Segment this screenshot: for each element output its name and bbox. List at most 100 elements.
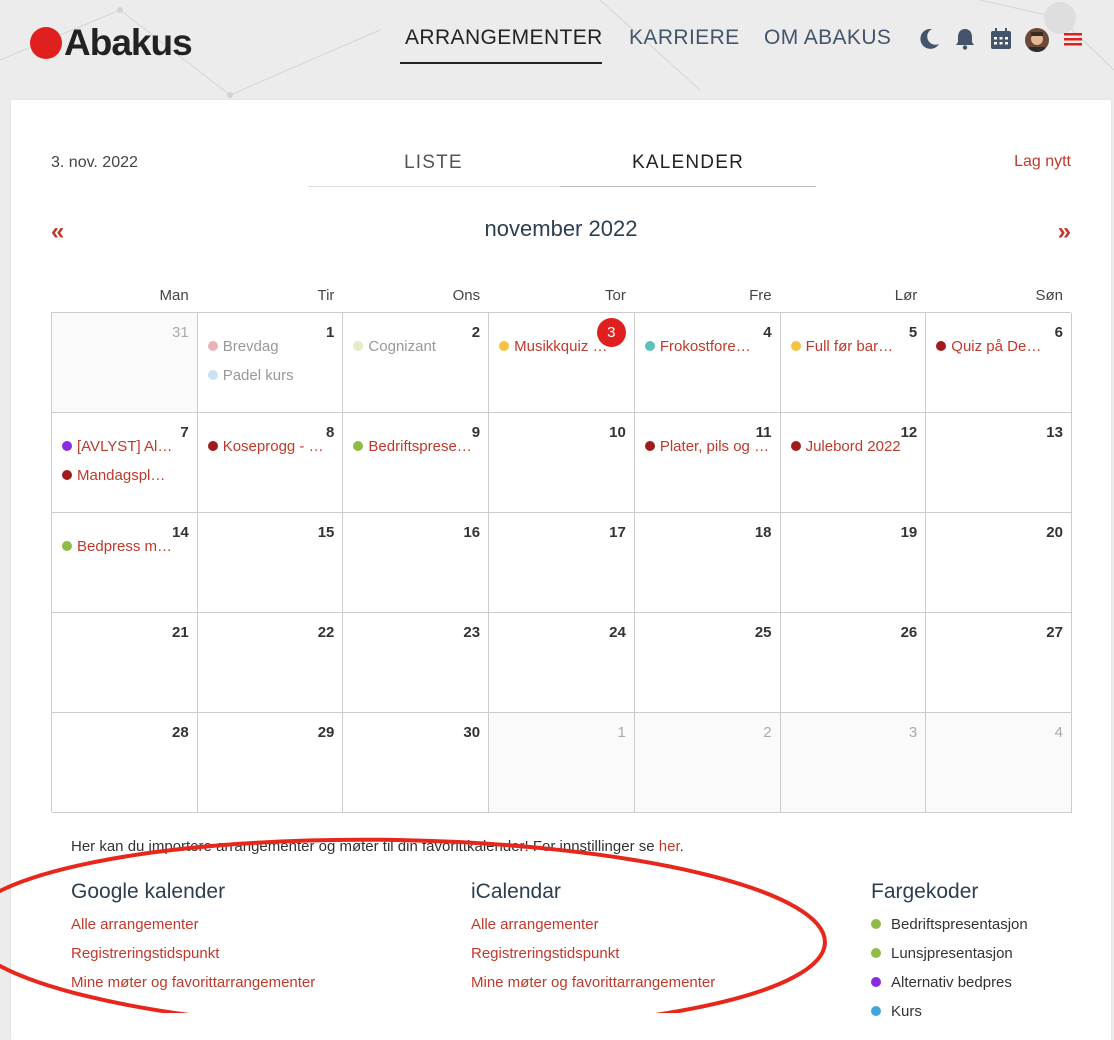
settings-link[interactable]: her	[659, 838, 680, 855]
weekday-label: Tir	[317, 287, 335, 304]
weekday-label: Tor	[605, 287, 626, 304]
calendar-day-cell[interactable]: 3 Musikkquiz m…	[489, 313, 635, 413]
weekday-label: Lør	[894, 287, 918, 304]
event-color-dot-icon	[936, 341, 947, 351]
calendar-day-cell[interactable]: 24	[489, 613, 635, 713]
calendar-day-cell[interactable]: 19	[780, 513, 927, 613]
calendar-day-cell[interactable]: 15	[197, 513, 344, 613]
legend-label: Lunsjpresentasjon	[891, 945, 1013, 962]
day-number: 27	[1046, 624, 1063, 641]
calendar-day-cell[interactable]: 31	[52, 313, 198, 413]
weekday-label: Fre	[749, 287, 772, 304]
weekday-label: Søn	[1035, 287, 1063, 304]
calendar-day-cell[interactable]: 27	[926, 613, 1072, 713]
calendar-event[interactable]: Full før barne…	[790, 338, 901, 355]
calendar-day-cell[interactable]: 4 Frokostforedr…	[634, 313, 781, 413]
tab-liste[interactable]: LISTE	[404, 152, 463, 174]
calendar-day-cell[interactable]: 12 Julebord 2022	[780, 413, 927, 513]
day-number: 10	[609, 424, 626, 441]
abakus-logo[interactable]: Abakus	[30, 22, 193, 64]
day-number: 4	[1054, 724, 1063, 741]
google-calendar-title: Google kalender	[71, 880, 226, 903]
calendar-day-cell[interactable]: 7 [AVLYST] Alte… Mandagsplas…	[52, 413, 198, 513]
event-color-dot-icon	[353, 441, 364, 451]
calendar-day-cell[interactable]: 17	[489, 513, 635, 613]
calendar-event[interactable]: Julebord 2022	[790, 438, 918, 455]
event-color-dot-icon	[790, 341, 801, 351]
calendar-day-cell[interactable]: 22	[197, 613, 344, 713]
day-number: 15	[317, 524, 335, 541]
event-color-dot-icon	[62, 541, 72, 551]
day-number: 7	[180, 424, 189, 441]
day-number: 28	[172, 724, 189, 741]
day-number: 2	[763, 724, 772, 741]
event-title: Plater, pils og …	[659, 438, 770, 455]
bell-icon[interactable]	[952, 26, 978, 52]
google-all-events-link[interactable]: Alle arrangementer	[71, 916, 199, 933]
calendar-day-cell[interactable]: 21	[52, 613, 198, 713]
moon-icon[interactable]	[916, 26, 942, 52]
calendar-day-cell[interactable]: 10	[489, 413, 635, 513]
calendar-event[interactable]: Mandagsplas…	[62, 467, 173, 484]
calendar-day-cell[interactable]: 26	[780, 613, 927, 713]
event-title: Bedpress me…	[77, 538, 173, 555]
calendar-event[interactable]: Bedpress me…	[62, 538, 173, 555]
calendar-event[interactable]: Cognizant	[353, 338, 480, 355]
calendar-event[interactable]: Frokostforedr…	[644, 338, 756, 355]
calendar-event[interactable]: Quiz på Den …	[936, 338, 1047, 355]
calendar-day-cell[interactable]: 2	[634, 713, 781, 813]
day-number: 17	[609, 524, 626, 541]
calendar-day-cell[interactable]: 14 Bedpress me…	[52, 513, 198, 613]
calendar-event[interactable]: Brevdag	[207, 338, 335, 355]
calendar-day-cell[interactable]: 20	[926, 513, 1072, 613]
calendar-event[interactable]: Padel kurs	[207, 367, 335, 384]
calendar-day-cell[interactable]: 25	[634, 613, 781, 713]
calendar-event[interactable]: Musikkquiz m…	[499, 338, 610, 355]
avatar[interactable]	[1025, 28, 1049, 52]
calendar-day-cell[interactable]: 9 Bedriftsprese…	[343, 413, 490, 513]
calendar-event[interactable]: Plater, pils og …	[644, 438, 772, 455]
tab-kalender[interactable]: KALENDER	[632, 152, 744, 174]
calendar-day-cell[interactable]: 8 Koseprogg - …	[197, 413, 344, 513]
calendar-day-cell[interactable]: 1	[489, 713, 635, 813]
calendar-event[interactable]: Bedriftsprese…	[353, 438, 480, 455]
color-codes-title: Fargekoder	[871, 880, 979, 903]
next-month-button[interactable]: »	[1058, 218, 1071, 246]
nav-karriere[interactable]: KARRIERE	[629, 26, 740, 50]
day-number: 24	[609, 624, 626, 641]
nav-arrangementer[interactable]: ARRANGEMENTER	[405, 26, 603, 50]
calendar-day-cell[interactable]: 13	[926, 413, 1072, 513]
ical-all-events-link[interactable]: Alle arrangementer	[471, 916, 599, 933]
weekday-label: Man	[159, 287, 189, 304]
icalendar-title: iCalendar	[471, 880, 561, 903]
menu-icon[interactable]	[1061, 26, 1087, 52]
calendar-event[interactable]: [AVLYST] Alte…	[62, 438, 173, 455]
event-color-dot-icon	[499, 341, 510, 351]
google-my-meetings-link[interactable]: Mine møter og favorittarrangementer	[71, 974, 315, 991]
calendar-day-cell[interactable]: 16	[343, 513, 490, 613]
calendar-day-cell[interactable]: 28	[52, 713, 198, 813]
ical-registration-link[interactable]: Registreringstidspunkt	[471, 945, 619, 962]
calendar-icon[interactable]	[988, 26, 1014, 52]
ical-my-meetings-link[interactable]: Mine møter og favorittarrangementer	[471, 974, 715, 991]
google-registration-link[interactable]: Registreringstidspunkt	[71, 945, 219, 962]
calendar-day-cell[interactable]: 11 Plater, pils og …	[634, 413, 781, 513]
calendar-event[interactable]: Koseprogg - …	[207, 438, 335, 455]
calendar-day-cell[interactable]: 30	[343, 713, 490, 813]
calendar-day-cell[interactable]: 5 Full før barne…	[780, 313, 927, 413]
calendar-day-cell[interactable]: 23	[343, 613, 490, 713]
calendar-day-cell[interactable]: 4	[926, 713, 1072, 813]
event-title: Mandagsplas…	[77, 467, 173, 484]
logo-dot-icon	[30, 27, 62, 59]
event-title: [AVLYST] Alte…	[77, 438, 173, 455]
calendar-day-cell[interactable]: 18	[634, 513, 781, 613]
calendar-day-cell[interactable]: 1 Brevdag Padel kurs	[197, 313, 344, 413]
nav-om-abakus[interactable]: OM ABAKUS	[764, 26, 891, 50]
calendar-day-cell[interactable]: 2 Cognizant	[343, 313, 490, 413]
current-date: 3. nov. 2022	[51, 154, 138, 171]
calendar-day-cell[interactable]: 6 Quiz på Den …	[926, 313, 1072, 413]
create-event-link[interactable]: Lag nytt	[1014, 153, 1071, 171]
calendar-day-cell[interactable]: 29	[197, 713, 344, 813]
avatar-image	[1025, 28, 1049, 52]
calendar-day-cell[interactable]: 3	[780, 713, 927, 813]
